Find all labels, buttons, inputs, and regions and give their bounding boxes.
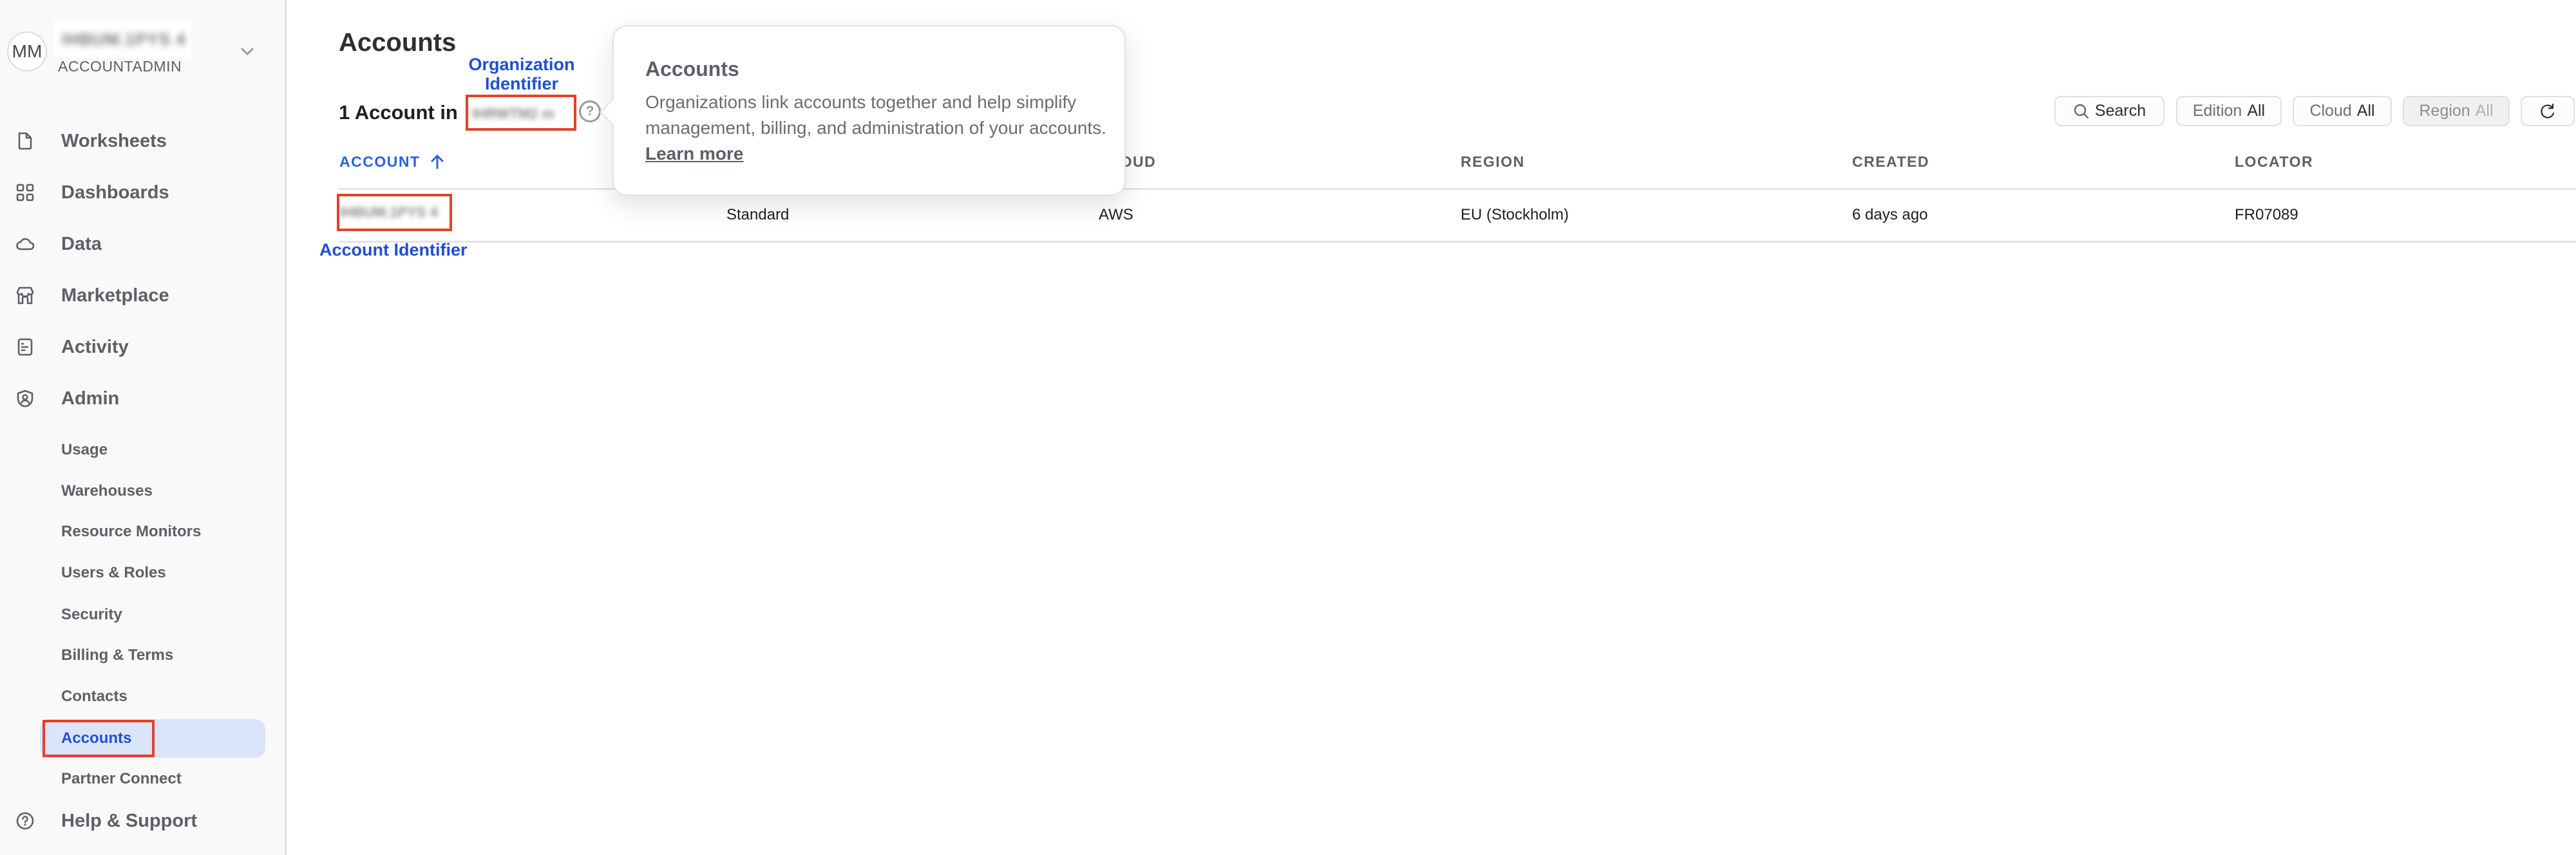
admin-shield-icon [17, 390, 33, 408]
filter-label: Region [2419, 102, 2470, 120]
cell-account[interactable]: IHBUM.1PYS 4 [339, 196, 449, 229]
sidebar-subitem-label: Billing & Terms [61, 646, 174, 664]
cell-locator: FR07089 [2235, 206, 2298, 223]
filter-value: All [2475, 102, 2494, 120]
column-header-account[interactable]: ACCOUNT [339, 153, 444, 171]
tooltip-title: Accounts [645, 57, 739, 80]
cloud-filter[interactable]: Cloud All [2293, 96, 2392, 126]
sidebar: MM IHBUM.1PYS 4 ACCOUNTADMIN Worksheets … [0, 0, 287, 855]
annotation-account-identifier: Account Identifier [319, 240, 468, 259]
refresh-icon [2541, 103, 2555, 118]
column-header-locator[interactable]: LOCATOR [2235, 153, 2313, 171]
sidebar-item-label: Data [61, 233, 102, 254]
filter-value: All [2356, 102, 2375, 120]
avatar: MM [7, 32, 47, 71]
filter-label: Edition [2192, 102, 2242, 120]
sidebar-subitem-partner-connect[interactable]: Partner Connect [40, 763, 265, 795]
sidebar-item-help-support[interactable]: Help & Support [0, 802, 283, 840]
sidebar-item-worksheets[interactable]: Worksheets [0, 122, 283, 160]
sidebar-subitem-usage[interactable]: Usage [40, 434, 265, 466]
cell-edition: Standard [726, 206, 790, 223]
tooltip-text: Organizations link accounts together and… [645, 92, 1106, 138]
organization-name: IHRWTM2 m [472, 106, 554, 122]
sidebar-subitem-label: Security [61, 606, 122, 623]
sidebar-item-data[interactable]: Data [0, 225, 283, 263]
column-header-region[interactable]: REGION [1461, 153, 1525, 171]
sidebar-subitem-label: Partner Connect [61, 770, 182, 787]
user-role: ACCOUNTADMIN [58, 58, 182, 75]
column-header-label: ACCOUNT [339, 153, 421, 170]
cloud-icon [16, 238, 35, 250]
search-icon [2074, 104, 2088, 118]
learn-more-link[interactable]: Learn more [645, 144, 744, 164]
help-question-icon[interactable]: ? [579, 100, 601, 122]
sidebar-subitem-label: Accounts [61, 729, 132, 747]
sidebar-item-label: Admin [61, 388, 120, 409]
sidebar-subitem-label: Resource Monitors [61, 523, 202, 540]
storefront-icon [16, 287, 34, 305]
page-title: Accounts [339, 28, 457, 57]
sidebar-item-label: Activity [61, 336, 129, 357]
help-circle-icon [16, 812, 34, 830]
search-label: Search [2094, 102, 2146, 120]
tooltip-body: Organizations link accounts together and… [645, 89, 1109, 167]
annotation-organization-identifier: Organization Identifier [468, 55, 575, 93]
activity-icon [17, 338, 33, 356]
sidebar-subitem-users-roles[interactable]: Users & Roles [40, 557, 265, 589]
chevron-down-icon[interactable] [240, 44, 255, 59]
search-button[interactable]: Search [2054, 96, 2164, 126]
sidebar-item-label: Worksheets [61, 130, 167, 151]
sidebar-subitem-security[interactable]: Security [40, 599, 265, 631]
sidebar-subitem-label: Users & Roles [61, 564, 166, 581]
sidebar-subitem-warehouses[interactable]: Warehouses [40, 475, 265, 507]
sidebar-item-label: Marketplace [61, 285, 169, 306]
sidebar-subitem-label: Warehouses [61, 482, 153, 500]
row-divider [339, 241, 2576, 243]
user-menu[interactable]: MM IHBUM.1PYS 4 ACCOUNTADMIN [0, 19, 283, 84]
sidebar-subitem-label: Usage [61, 441, 108, 458]
refresh-button[interactable] [2521, 96, 2575, 126]
user-name: IHBUM.1PYS 4 [54, 21, 191, 58]
cell-cloud: AWS [1099, 206, 1133, 223]
column-header-created[interactable]: CREATED [1852, 153, 1929, 171]
sidebar-subitem-resource-monitors[interactable]: Resource Monitors [40, 516, 265, 548]
filter-value: All [2247, 102, 2266, 120]
edition-filter[interactable]: Edition All [2176, 96, 2282, 126]
sidebar-item-label: Help & Support [61, 810, 198, 831]
sidebar-item-dashboards[interactable]: Dashboards [0, 173, 283, 212]
accounts-info-tooltip: Accounts Organizations link accounts tog… [612, 25, 1126, 196]
worksheet-icon [18, 132, 32, 150]
sidebar-item-activity[interactable]: Activity [0, 328, 283, 366]
cell-region: EU (Stockholm) [1461, 206, 1569, 223]
sidebar-subitem-billing-terms[interactable]: Billing & Terms [40, 639, 265, 672]
filter-label: Cloud [2309, 102, 2352, 120]
sidebar-subitem-label: Contacts [61, 688, 128, 705]
account-count: 1 Account in [339, 101, 458, 124]
sidebar-item-marketplace[interactable]: Marketplace [0, 276, 283, 315]
region-filter[interactable]: Region All [2403, 96, 2510, 126]
cell-created: 6 days ago [1852, 206, 1928, 223]
sort-ascending-icon [431, 155, 444, 169]
dashboards-icon [16, 183, 34, 202]
sidebar-item-label: Dashboards [61, 182, 169, 203]
sidebar-item-admin[interactable]: Admin [0, 379, 283, 418]
sidebar-subitem-accounts[interactable]: Accounts [40, 719, 265, 758]
sidebar-subitem-contacts[interactable]: Contacts [40, 681, 265, 713]
